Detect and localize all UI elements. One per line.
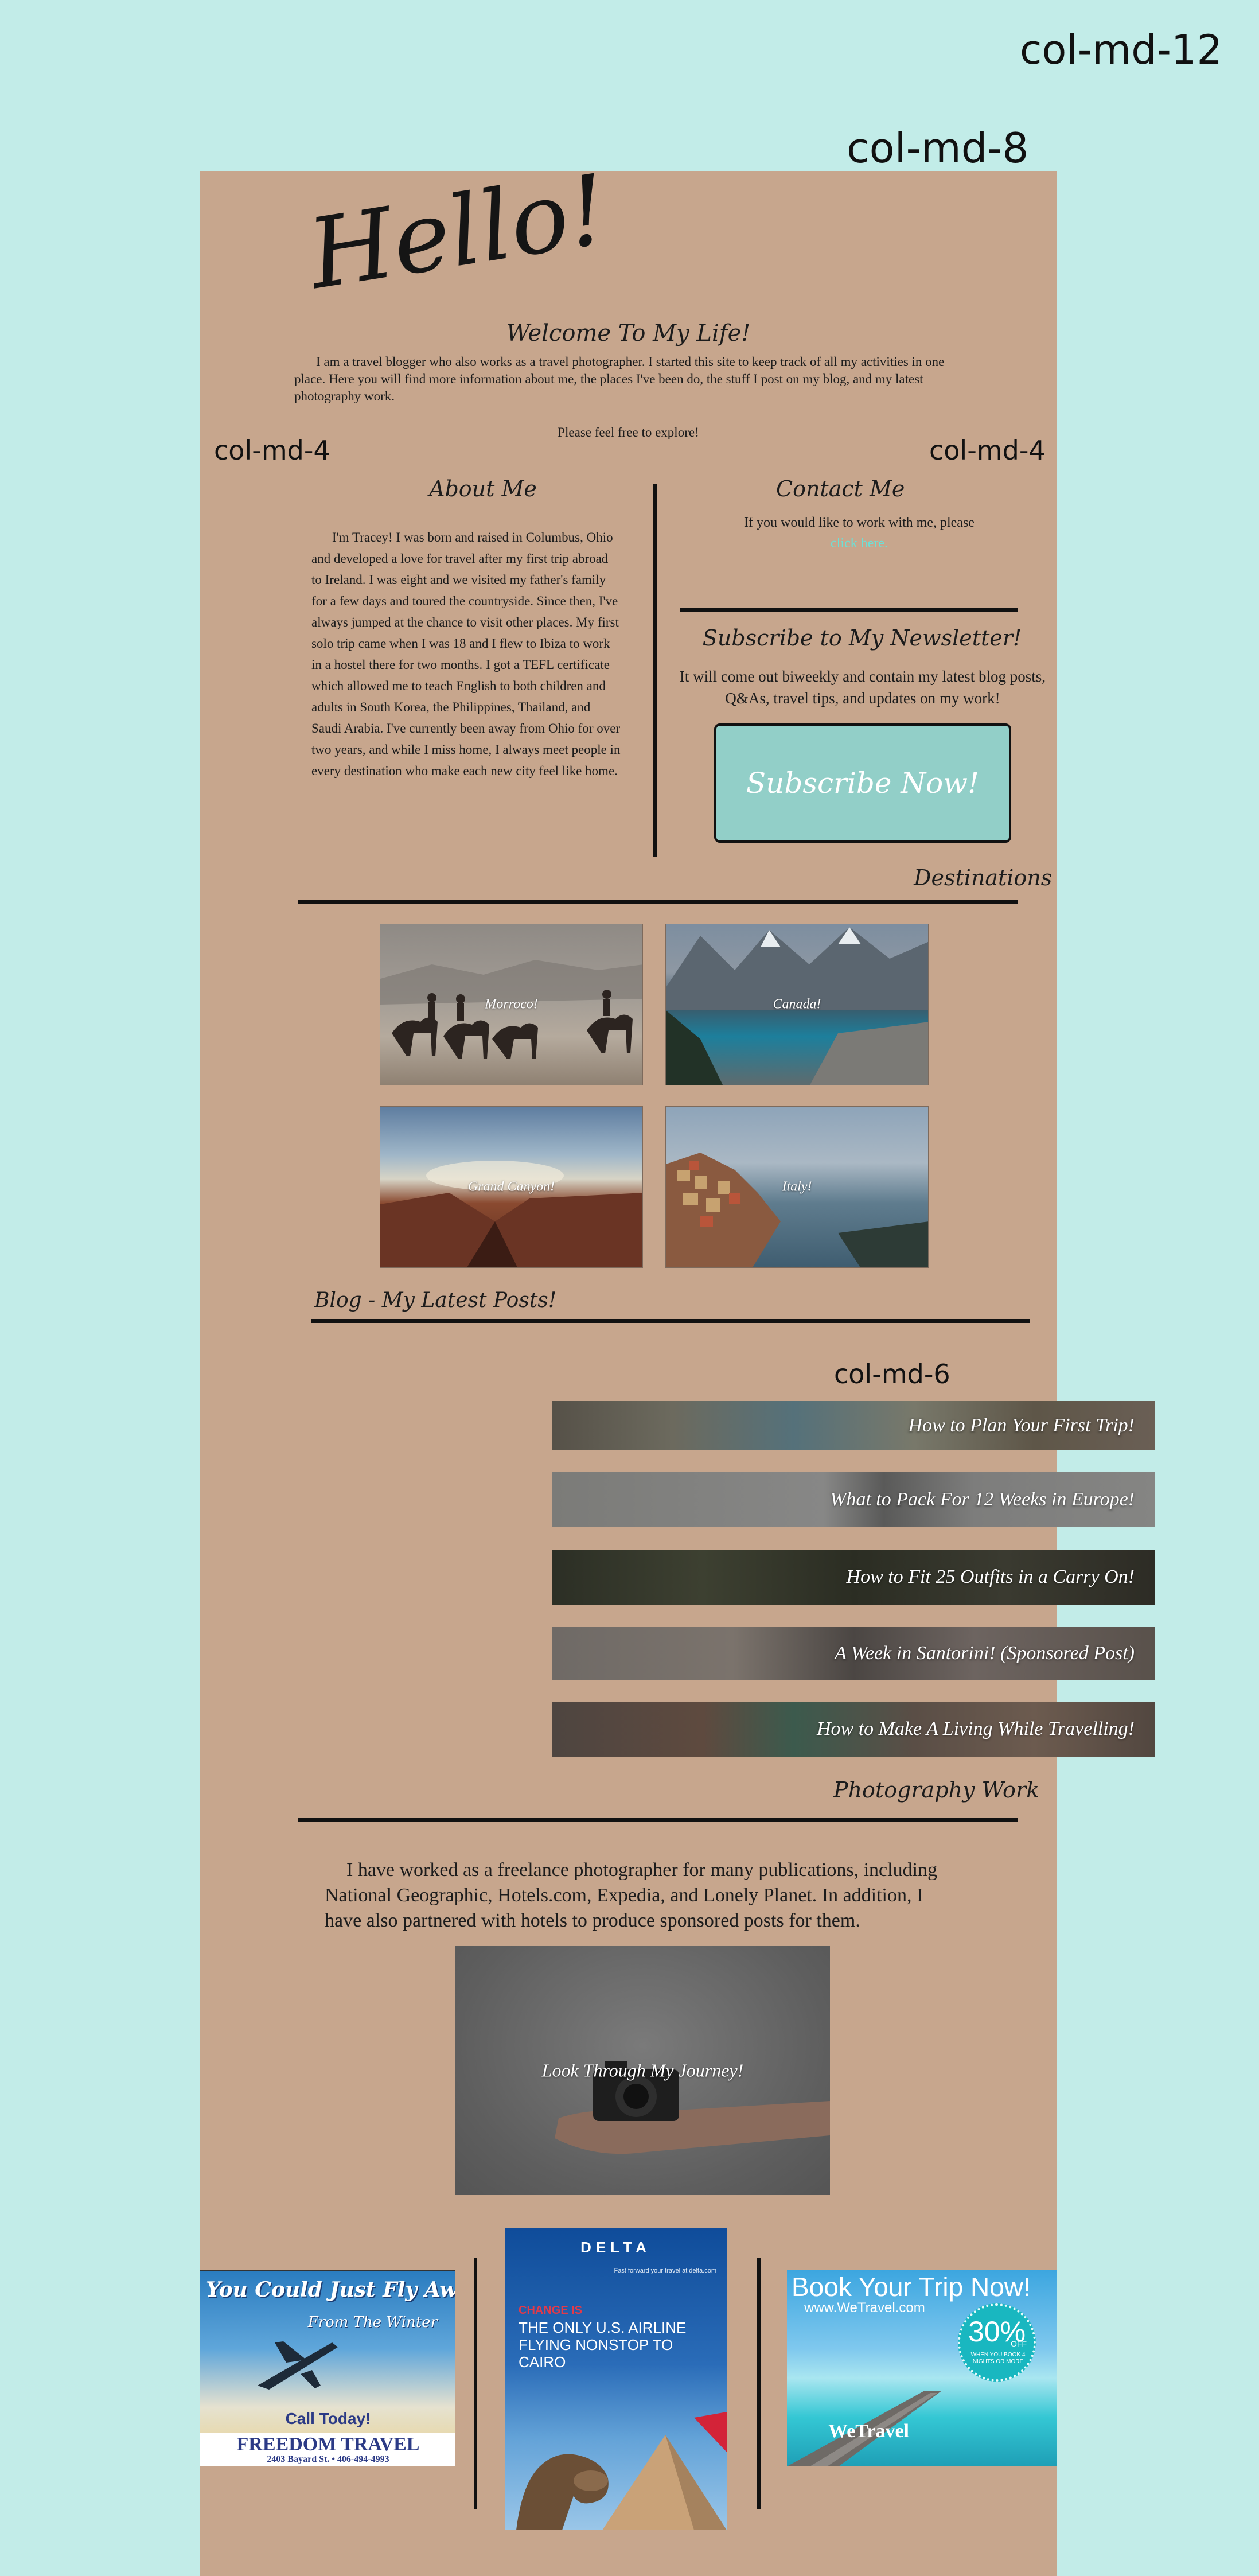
blog-post-pack-europe[interactable]: What to Pack For 12 Weeks in Europe! — [552, 1472, 1155, 1527]
ad-divider-left — [474, 2258, 477, 2509]
photography-feature-image[interactable]: Look Through My Journey! — [455, 1946, 830, 2195]
contact-link[interactable]: click here. — [676, 536, 1043, 551]
freedom-call: Call Today! — [285, 2410, 371, 2427]
wetravel-headline: Book Your Trip Now! — [792, 2272, 1031, 2302]
contact-text: If you would like to work with me, pleas… — [744, 515, 975, 530]
grid-label-col-md-4-right: col-md-4 — [929, 435, 1046, 466]
blog-post-santorini[interactable]: A Week in Santorini! (Sponsored Post) — [552, 1627, 1155, 1680]
blog-post-title: A Week in Santorini! (Sponsored Post) — [835, 1643, 1135, 1664]
grid-label-col-md-12: col-md-12 — [1020, 26, 1222, 73]
about-heading: About Me — [429, 476, 537, 501]
blog-post-carry-on[interactable]: How to Fit 25 Outfits in a Carry On! — [552, 1550, 1155, 1605]
blog-post-title: How to Fit 25 Outfits in a Carry On! — [846, 1566, 1135, 1587]
subscribe-button[interactable]: Subscribe Now! — [714, 723, 1011, 843]
ad-wetravel[interactable]: Book Your Trip Now! www.WeTravel.com 30%… — [787, 2270, 1057, 2466]
newsletter-heading: Subscribe to My Newsletter! — [702, 625, 1022, 651]
intro-paragraph: I am a travel blogger who also works as … — [294, 355, 945, 403]
about-contact-divider — [653, 484, 657, 857]
photography-heading: Photography Work — [833, 1777, 1040, 1803]
wetravel-brand: WeTravel — [828, 2421, 909, 2442]
delta-headline: THE ONLY U.S. AIRLINE FLYING NONSTOP TO … — [519, 2319, 687, 2371]
blog-post-title: How to Plan Your First Trip! — [908, 1415, 1135, 1436]
airplane-icon — [258, 2341, 338, 2390]
delta-change: CHANGE IS — [519, 2304, 583, 2317]
delta-brand: DELTA — [580, 2239, 651, 2256]
destination-italy[interactable]: Italy! — [665, 1106, 929, 1268]
delta-top-line: Fast forward your travel at delta.com — [614, 2267, 716, 2274]
grid-label-col-md-4-left: col-md-4 — [214, 435, 330, 466]
destination-canada[interactable]: Canada! — [665, 924, 929, 1085]
pier-illustration — [787, 2391, 942, 2466]
newsletter-text: It will come out biweekly and contain my… — [679, 668, 1046, 707]
grid-label-col-md-6: col-md-6 — [834, 1359, 950, 1390]
freedom-headline: You Could Just Fly Away — [206, 2278, 455, 2302]
main-column: Hello! Welcome To My Life! I am a travel… — [200, 153, 1155, 2576]
destination-caption: Morroco! — [485, 997, 538, 1012]
blog-post-make-living[interactable]: How to Make A Living While Travelling! — [552, 1702, 1155, 1757]
photography-divider — [298, 1818, 1018, 1822]
blog-heading: Blog - My Latest Posts! — [314, 1289, 557, 1312]
photography-caption: Look Through My Journey! — [541, 2060, 744, 2081]
ad-freedom-travel[interactable]: You Could Just Fly Away From The Winter … — [200, 2270, 455, 2466]
photography-paragraph: I have worked as a freelance photographe… — [325, 1859, 938, 1931]
destination-caption: Italy! — [782, 1179, 812, 1194]
destination-morocco[interactable]: Morroco! — [380, 924, 643, 1085]
ad-divider-right — [757, 2258, 761, 2509]
blog-post-title: What to Pack For 12 Weeks in Europe! — [830, 1489, 1135, 1510]
destination-grand-canyon[interactable]: Grand Canyon! — [380, 1106, 643, 1268]
discount-off: OFF — [1011, 2339, 1027, 2348]
camel-pyramid-illustration — [516, 2412, 727, 2530]
destinations-heading: Destinations — [914, 865, 1053, 890]
hello-heading: Hello! — [301, 153, 615, 311]
freedom-address: 2403 Bayard St. • 406-494-4993 — [267, 2454, 389, 2464]
destination-caption: Grand Canyon! — [467, 1179, 555, 1194]
blog-post-plan-first-trip[interactable]: How to Plan Your First Trip! — [552, 1401, 1155, 1450]
ad-delta[interactable]: DELTA Fast forward your travel at delta.… — [505, 2228, 727, 2530]
grid-label-col-md-8: col-md-8 — [847, 124, 1029, 172]
wetravel-url: www.WeTravel.com — [804, 2300, 925, 2316]
contact-heading: Contact Me — [776, 476, 905, 501]
blog-divider — [311, 1319, 1030, 1323]
freedom-name: FREEDOM TRAVEL — [236, 2434, 420, 2455]
contact-newsletter-divider — [680, 608, 1018, 612]
blog-post-title: How to Make A Living While Travelling! — [816, 1718, 1135, 1740]
about-paragraph: I'm Tracey! I was born and raised in Col… — [311, 530, 621, 778]
freedom-subheadline: From The Winter — [307, 2314, 438, 2331]
discount-terms: WHEN YOU BOOK 4 NIGHTS OR MORE — [970, 2352, 1026, 2365]
destinations-divider — [298, 900, 1018, 904]
destination-caption: Canada! — [773, 997, 821, 1012]
welcome-heading: Welcome To My Life! — [506, 320, 751, 347]
